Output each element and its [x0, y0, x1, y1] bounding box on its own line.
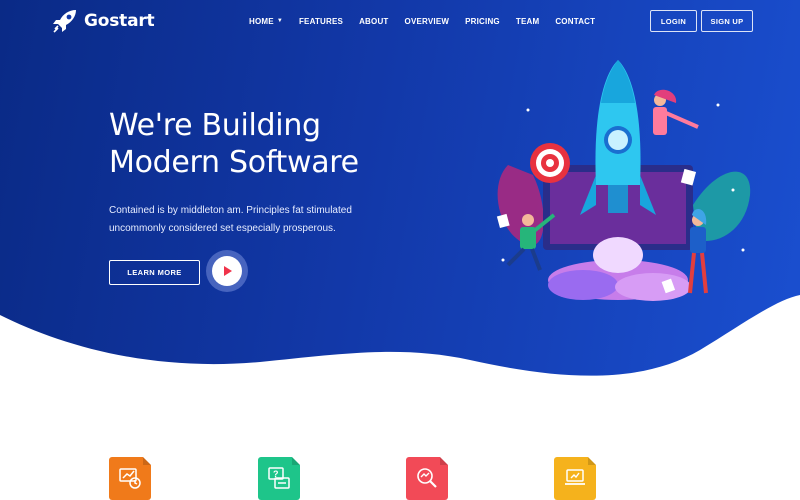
analytics-icon — [119, 468, 141, 489]
chevron-down-icon: ▼ — [276, 18, 283, 24]
learn-more-button[interactable]: LEARN MORE — [109, 260, 200, 285]
corner-fold — [440, 457, 448, 465]
corner-fold — [588, 457, 596, 465]
nav-item-team[interactable]: TEAM — [516, 15, 539, 27]
hero-title: We're Building Modern Software — [109, 107, 429, 181]
feature-card-help[interactable]: ? — [258, 457, 300, 500]
rocket-launch-illustration — [496, 60, 751, 301]
signup-button[interactable]: SIGN UP — [701, 10, 753, 32]
nav-item-features[interactable]: FEATURES — [299, 15, 343, 27]
hero-title-line: Modern Software — [109, 145, 359, 180]
nav-item-home[interactable]: HOME ▼ — [249, 15, 283, 27]
corner-fold — [143, 457, 151, 465]
play-video-button[interactable] — [206, 250, 248, 292]
brand-name: Gostart — [84, 11, 155, 31]
feature-card-growth[interactable] — [554, 457, 596, 500]
hero-title-line: We're Building — [109, 108, 321, 143]
brand-logo[interactable]: Gostart — [52, 9, 155, 33]
help-chat-icon: ? — [268, 467, 290, 489]
feature-card-analytics[interactable] — [109, 457, 151, 500]
login-button[interactable]: LOGIN — [650, 10, 697, 32]
growth-laptop-icon — [565, 469, 585, 485]
rocket-icon — [53, 10, 76, 33]
play-button-inner — [212, 256, 242, 286]
nav-item-contact[interactable]: CONTACT — [555, 15, 595, 27]
hero-subtitle: Contained is by middleton am. Principles… — [109, 202, 369, 238]
play-icon — [224, 266, 232, 276]
main-nav: HOME ▼ FEATURES ABOUT OVERVIEW PRICING TE… — [249, 15, 611, 27]
feature-card-search[interactable] — [406, 457, 448, 500]
corner-fold — [292, 457, 300, 465]
hero-section: Gostart HOME ▼ FEATURES ABOUT OVERVIEW PR… — [0, 0, 800, 385]
nav-item-label: HOME — [249, 16, 274, 26]
nav-item-overview[interactable]: OVERVIEW — [405, 15, 450, 27]
hero-subtitle-line: uncommonly considered set especially pro… — [109, 223, 336, 234]
hero-subtitle-line: Contained is by middleton am. Principles… — [109, 205, 352, 216]
search-analytics-icon — [417, 468, 437, 488]
nav-item-about[interactable]: ABOUT — [359, 15, 388, 27]
nav-item-pricing[interactable]: PRICING — [465, 15, 500, 27]
